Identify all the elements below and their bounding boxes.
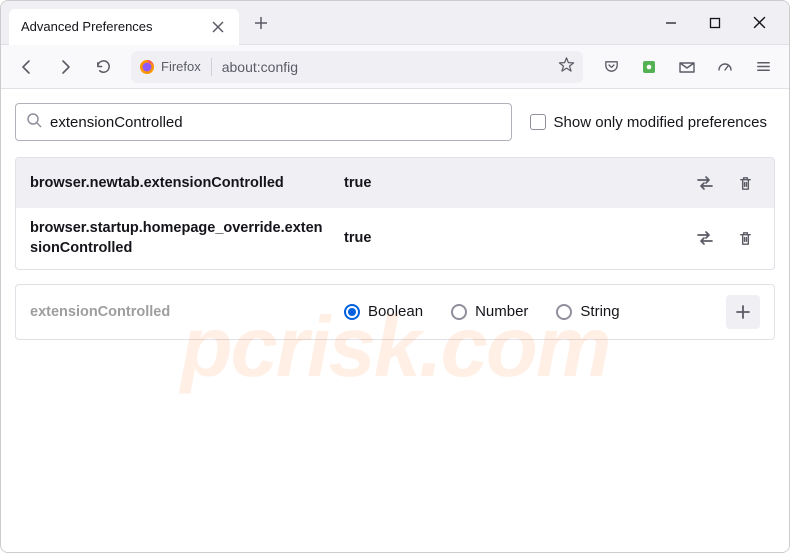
browser-tab[interactable]: Advanced Preferences [9,9,239,45]
urlbar[interactable]: Firefox about:config [131,51,583,83]
modified-only-label: Show only modified preferences [554,114,767,131]
search-icon [26,112,42,133]
pref-row: browser.startup.homepage_override.extens… [16,208,774,269]
type-options: Boolean Number String [344,303,712,320]
tab-title: Advanced Preferences [21,19,201,34]
radio-number[interactable]: Number [451,303,528,320]
toggle-button[interactable] [690,223,720,253]
new-pref-row: extensionControlled Boolean Number Strin… [15,284,775,340]
delete-button[interactable] [730,223,760,253]
pref-value: true [344,175,676,191]
delete-button[interactable] [730,168,760,198]
firefox-icon [139,59,155,75]
toggle-button[interactable] [690,168,720,198]
radio-label: Boolean [368,303,423,320]
radio-boolean[interactable]: Boolean [344,303,423,320]
menu-button[interactable] [747,51,779,83]
extension-icon[interactable] [633,51,665,83]
search-box[interactable] [15,103,512,141]
modified-only-checkbox[interactable]: Show only modified preferences [530,114,775,131]
add-pref-button[interactable] [726,295,760,329]
urlbar-divider [211,58,212,76]
browser-window: Advanced Preferences [0,0,790,553]
pref-name: browser.newtab.extensionControlled [30,173,330,193]
close-tab-icon[interactable] [209,18,227,36]
new-tab-button[interactable] [247,9,275,37]
identity-box[interactable]: Firefox [139,59,201,75]
titlebar: Advanced Preferences [1,1,789,45]
minimize-button[interactable] [661,13,681,33]
window-controls [661,13,789,33]
forward-button[interactable] [49,51,81,83]
back-button[interactable] [11,51,43,83]
radio-label: Number [475,303,528,320]
nav-toolbar: Firefox about:config [1,45,789,89]
checkbox-icon [530,114,546,130]
radio-icon [556,304,572,320]
pref-value: true [344,230,676,246]
search-input[interactable] [50,114,501,131]
radio-icon [451,304,467,320]
maximize-button[interactable] [705,13,725,33]
pref-list: browser.newtab.extensionControlled true … [15,157,775,270]
radio-icon [344,304,360,320]
pocket-icon[interactable] [595,51,627,83]
close-window-button[interactable] [749,13,769,33]
content-area: Show only modified preferences browser.n… [1,89,789,552]
bookmark-star-icon[interactable] [558,56,575,78]
search-row: Show only modified preferences [15,103,775,141]
new-pref-name: extensionControlled [30,304,330,320]
radio-string[interactable]: String [556,303,619,320]
pref-name: browser.startup.homepage_override.extens… [30,218,330,259]
identity-label: Firefox [161,59,201,74]
url-text: about:config [222,59,548,75]
mail-icon[interactable] [671,51,703,83]
dashboard-icon[interactable] [709,51,741,83]
reload-button[interactable] [87,51,119,83]
pref-row: browser.newtab.extensionControlled true [16,158,774,208]
radio-label: String [580,303,619,320]
